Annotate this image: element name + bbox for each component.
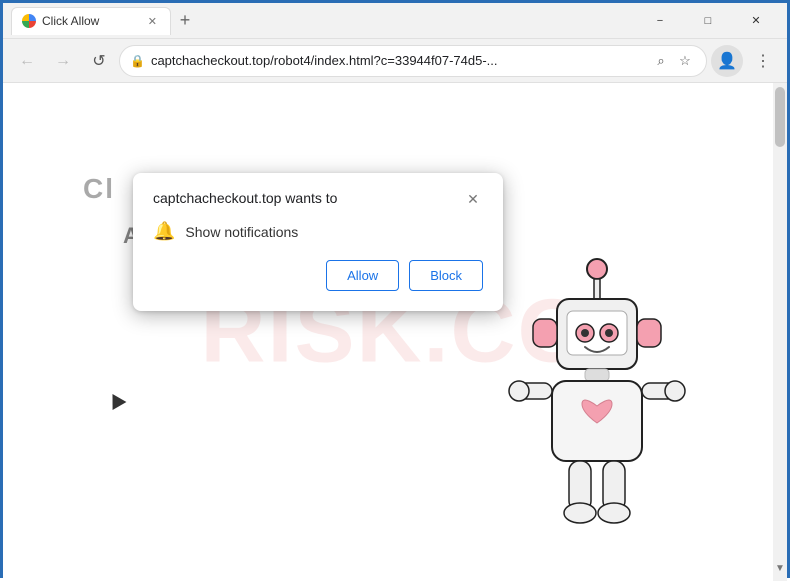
tab-favicon [22,14,36,28]
popup-buttons: Allow Block [153,260,483,291]
profile-icon: 👤 [717,51,737,71]
new-tab-button[interactable]: + [171,7,199,35]
notification-label: Show notifications [185,224,298,240]
captcha-partial-label: Cl [83,173,115,205]
block-button[interactable]: Block [409,260,483,291]
tab-area: Click Allow ✕ + [11,7,637,35]
bookmark-icon[interactable]: ☆ [674,50,696,72]
notification-permission-row: 🔔 Show notifications [153,221,483,242]
minimize-button[interactable]: − [637,5,683,37]
window-controls: − □ ✕ [637,5,779,37]
tab-title: Click Allow [42,14,139,28]
browser-content: RISK.CO Cl ARE NOT A ROBOT. [3,83,787,581]
forward-button[interactable]: → [47,45,79,77]
maximize-button[interactable]: □ [685,5,731,37]
address-bar[interactable]: 🔒 captchacheckout.top/robot4/index.html?… [119,45,707,77]
popup-close-button[interactable]: ✕ [463,189,483,209]
tab-close-button[interactable]: ✕ [145,14,160,29]
back-button[interactable]: ← [11,45,43,77]
bell-icon: 🔔 [153,221,175,242]
robot-illustration [497,251,727,581]
mouse-cursor [106,390,127,410]
url-text: captchacheckout.top/robot4/index.html?c=… [151,53,644,68]
lock-icon: 🔒 [130,54,145,68]
address-icons: ⌕ ☆ [650,50,696,72]
popup-title: captchacheckout.top wants to [153,189,337,207]
search-icon[interactable]: ⌕ [650,50,672,72]
active-tab[interactable]: Click Allow ✕ [11,7,171,35]
allow-button[interactable]: Allow [326,260,399,291]
page-background: RISK.CO Cl ARE NOT A ROBOT. [3,83,787,581]
permission-popup: captchacheckout.top wants to ✕ 🔔 Show no… [133,173,503,311]
scrollbar[interactable]: ▲ ▼ [773,83,787,581]
navigation-bar: ← → ↺ 🔒 captchacheckout.top/robot4/index… [3,39,787,83]
close-button[interactable]: ✕ [733,5,779,37]
browser-menu-button[interactable]: ⋮ [747,45,779,77]
title-bar: Click Allow ✕ + − □ ✕ [3,3,787,39]
scrollbar-down-arrow[interactable]: ▼ [772,560,787,577]
popup-header: captchacheckout.top wants to ✕ [153,189,483,209]
profile-button[interactable]: 👤 [711,45,743,77]
scrollbar-thumb[interactable] [775,87,785,147]
refresh-button[interactable]: ↺ [83,45,115,77]
